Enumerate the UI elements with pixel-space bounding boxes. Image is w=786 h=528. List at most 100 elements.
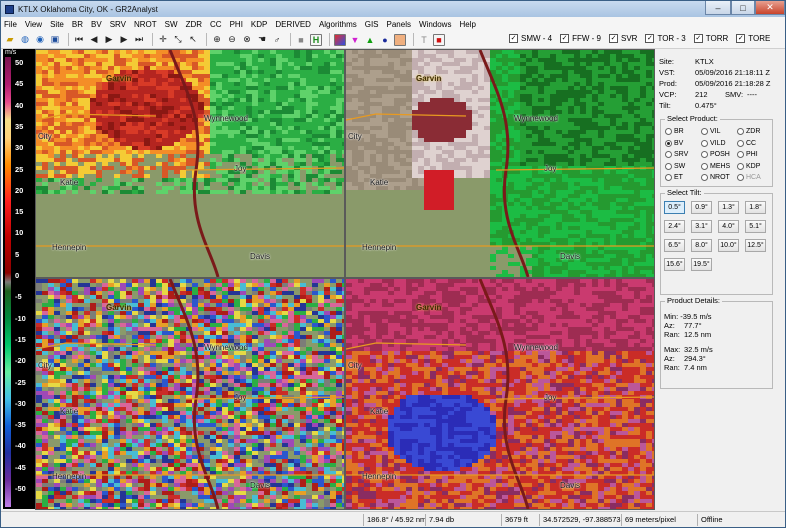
product-option-posh[interactable]: POSH — [701, 151, 730, 158]
radio-icon[interactable] — [665, 162, 672, 170]
radar-panel-bottom-right[interactable]: Garvin Wynnewood Joy City Katie Hennepin Davis — [345, 278, 655, 510]
menu-nrot[interactable]: NROT — [134, 20, 157, 29]
radio-icon[interactable] — [665, 151, 672, 158]
menu-cc[interactable]: CC — [210, 20, 222, 29]
globe-refresh-icon[interactable]: ◉ — [34, 34, 46, 46]
menu-site[interactable]: Site — [50, 20, 64, 29]
globe-icon[interactable]: ◍ — [19, 34, 31, 46]
radio-icon[interactable] — [737, 151, 744, 158]
menu-sw[interactable]: SW — [165, 20, 178, 29]
radio-icon[interactable] — [701, 174, 708, 181]
checkbox-icon[interactable]: ✓ — [560, 34, 570, 43]
product-option-zdr[interactable]: ZDR — [737, 128, 760, 135]
radio-icon[interactable] — [665, 128, 672, 135]
tilt-button[interactable]: 10.0° — [718, 239, 739, 252]
radio-icon[interactable] — [701, 128, 708, 135]
zoom-fit-icon[interactable]: ⊗ — [241, 34, 253, 46]
maximize-button[interactable]: □ — [731, 1, 755, 15]
product-option-br[interactable]: BR — [665, 128, 684, 135]
radar-panel-top-right[interactable]: Garvin Wynnewood Joy City Katie Hennepin Davis — [345, 49, 655, 278]
product-option-nrot[interactable]: NROT — [701, 174, 730, 181]
product-option-phi[interactable]: PHI — [737, 151, 758, 158]
title-bar[interactable]: KTLX Oklahoma City, OK - GR2Analyst – □ … — [1, 1, 785, 17]
menu-derived[interactable]: DERIVED — [275, 20, 311, 29]
radio-icon[interactable] — [701, 151, 708, 158]
warning-toggle-1[interactable]: ✓ FFW - 9 — [560, 34, 601, 43]
stop-icon[interactable]: ■ — [295, 34, 307, 46]
product-option-vild[interactable]: VILD — [701, 139, 726, 147]
menu-panels[interactable]: Panels — [387, 20, 411, 29]
radio-icon[interactable] — [665, 174, 672, 181]
radar-panel-bottom-left[interactable]: Garvin Wynnewood Joy City Katie Hennepin Davis — [35, 278, 345, 510]
colortable-icon[interactable] — [334, 33, 346, 46]
product-option-cc[interactable]: CC — [737, 139, 756, 147]
tilt-button[interactable]: 12.5° — [745, 239, 766, 252]
warning-toggle-3[interactable]: ✓ TOR - 3 — [645, 34, 686, 43]
warning-toggle-5[interactable]: ✓ TORE — [736, 34, 770, 43]
menu-help[interactable]: Help — [459, 20, 475, 29]
skip-back-icon[interactable]: ⏮ — [73, 34, 85, 46]
tilt-button[interactable]: 15.6° — [664, 258, 685, 271]
measure-icon[interactable]: ⤡ — [172, 34, 184, 46]
link-icon[interactable]: ♂ — [271, 34, 283, 46]
menu-algorithms[interactable]: Algorithms — [319, 20, 357, 29]
tilt-button[interactable]: 8.0° — [691, 239, 712, 252]
radar-panel-top-left[interactable]: Garvin Wynnewood Joy City Katie Hennepin Davis — [35, 49, 345, 278]
product-option-srv[interactable]: SRV — [665, 151, 688, 158]
minimize-button[interactable]: – — [705, 1, 731, 15]
warning-toggle-0[interactable]: ✓ SMW - 4 — [509, 34, 552, 43]
product-option-et[interactable]: ET — [665, 174, 683, 181]
step-forward-icon[interactable]: ▶ — [118, 34, 130, 46]
menu-file[interactable]: File — [4, 20, 17, 29]
product-option-hca[interactable]: HCA — [737, 174, 761, 181]
radio-icon[interactable] — [737, 128, 744, 135]
cylinder-icon[interactable] — [394, 33, 406, 46]
radio-icon[interactable] — [737, 174, 744, 181]
zoom-out-icon[interactable]: ⊖ — [226, 34, 238, 46]
tilt-button[interactable]: 19.5° — [691, 258, 712, 271]
close-button[interactable]: ✕ — [755, 1, 785, 15]
product-option-mehs[interactable]: MEHS — [701, 162, 730, 170]
menu-view[interactable]: View — [25, 20, 42, 29]
tilt-button[interactable]: 1.8° — [745, 201, 766, 214]
hail-triangle-icon[interactable]: ▲ — [364, 34, 376, 46]
menu-bv[interactable]: BV — [91, 20, 102, 29]
product-option-kdp[interactable]: KDP — [737, 162, 760, 170]
step-back-icon[interactable]: ◀ — [88, 34, 100, 46]
warning-toggle-2[interactable]: ✓ SVR — [609, 34, 637, 43]
menu-br[interactable]: BR — [72, 20, 83, 29]
meso-triangle-icon[interactable]: ▼ — [349, 34, 361, 46]
cursor-icon[interactable]: ↖ — [187, 34, 199, 46]
play-icon[interactable]: ▶ — [103, 34, 115, 46]
record-icon[interactable]: ■ — [433, 33, 445, 46]
text-tool-icon[interactable]: T — [418, 34, 430, 46]
menu-phi[interactable]: PHI — [230, 20, 243, 29]
checkbox-icon[interactable]: ✓ — [693, 34, 703, 43]
tilt-button[interactable]: 6.5° — [664, 239, 685, 252]
checkbox-icon[interactable]: ✓ — [736, 34, 746, 43]
checkbox-icon[interactable]: ✓ — [645, 34, 655, 43]
menu-windows[interactable]: Windows — [419, 20, 451, 29]
tilt-button[interactable]: 2.4° — [664, 220, 685, 233]
crosshair-icon[interactable]: ✛ — [157, 34, 169, 46]
product-option-vil[interactable]: VIL — [701, 128, 721, 135]
tilt-button[interactable]: 4.0° — [718, 220, 739, 233]
tilt-button[interactable]: 5.1° — [745, 220, 766, 233]
tilt-button[interactable]: 3.1° — [691, 220, 712, 233]
save-icon[interactable]: ▣ — [49, 34, 61, 46]
radio-icon[interactable] — [665, 139, 672, 147]
radio-icon[interactable] — [701, 162, 708, 170]
warning-toggle-4[interactable]: ✓ TORR — [693, 34, 728, 43]
skip-forward-icon[interactable]: ⏭ — [133, 34, 145, 46]
menu-srv[interactable]: SRV — [110, 20, 126, 29]
radio-icon[interactable] — [701, 139, 708, 147]
product-option-sw[interactable]: SW — [665, 162, 685, 170]
tilt-button[interactable]: 1.3° — [718, 201, 739, 214]
radio-icon[interactable] — [737, 162, 744, 170]
menu-zdr[interactable]: ZDR — [186, 20, 202, 29]
pan-icon[interactable]: ☚ — [256, 34, 268, 46]
open-folder-icon[interactable]: ▰ — [4, 34, 16, 46]
checkbox-icon[interactable]: ✓ — [509, 34, 518, 43]
radio-icon[interactable] — [737, 139, 744, 147]
storm-circle-icon[interactable]: ● — [379, 34, 391, 46]
